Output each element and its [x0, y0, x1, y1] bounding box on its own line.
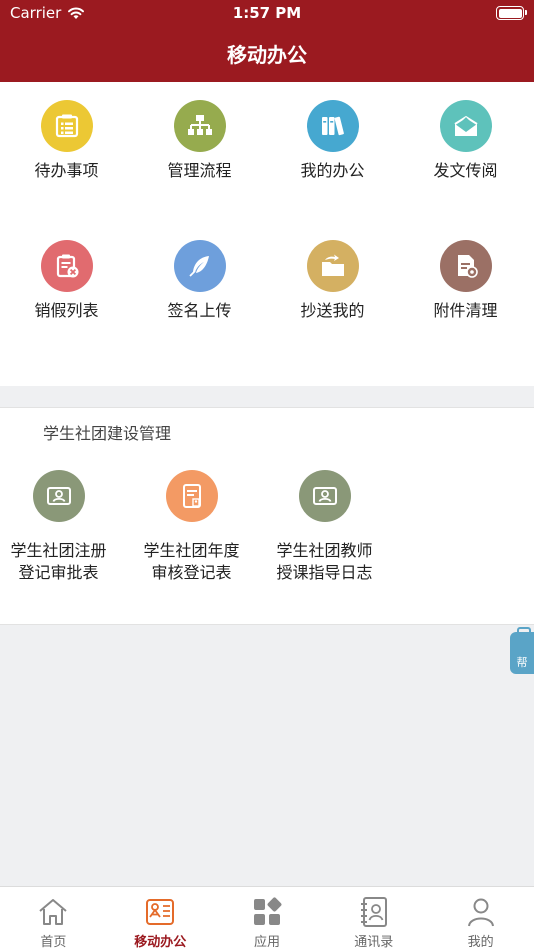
grid-item-circle [173, 100, 226, 152]
id-card-icon [312, 487, 337, 505]
grid-item-signature[interactable]: 签名上传 [133, 240, 266, 322]
status-time: 1:57 PM [232, 4, 302, 22]
home-icon [39, 899, 68, 925]
tab-mine[interactable]: 我的 [427, 887, 534, 950]
sec-item-line2: 登记审批表 [18, 563, 99, 582]
document-person-icon [182, 484, 201, 508]
grid-item-label: 签名上传 [167, 301, 232, 320]
sec-item-line1: 学生社团注册 [10, 541, 107, 560]
sec-item-circle [165, 470, 218, 522]
grid-item-circle [439, 100, 492, 152]
grid-item-cc-me[interactable]: 抄送我的 [266, 240, 399, 322]
doc-gear-icon [457, 255, 478, 278]
contacts-book-icon [360, 897, 387, 927]
tab-mobile-office[interactable]: 移动办公 [107, 887, 214, 950]
grid-item-process[interactable]: 管理流程 [133, 100, 266, 182]
bottom-tab-bar: 首页 移动办公 应用 通讯录 我的 [0, 886, 534, 950]
tab-label: 首页 [40, 935, 67, 950]
club-management-section: 学生社团建设管理 学生社团注册 登记审批表 学生社团年度 审核登记表 学生社团教… [0, 407, 534, 625]
grid-item-circulation[interactable]: 发文传阅 [399, 100, 532, 182]
grid-item-label: 销假列表 [34, 301, 99, 320]
sec-item-line2: 审核登记表 [151, 563, 232, 582]
tab-label: 应用 [253, 935, 280, 950]
grid-item-label: 抄送我的 [300, 301, 365, 320]
grid-item-circle [439, 240, 492, 292]
page-title: 移动办公 [227, 43, 307, 67]
grid-item-label: 待办事项 [34, 161, 99, 180]
tab-label: 我的 [467, 935, 494, 950]
grid-item-circle [40, 100, 93, 152]
feather-icon [188, 256, 209, 277]
sec-item-line2: 授课指导日志 [276, 563, 373, 582]
club-annual-review-item[interactable]: 学生社团年度 审核登记表 [125, 470, 258, 584]
binders-icon [321, 116, 344, 136]
apps-grid-icon [253, 897, 282, 925]
help-button[interactable]: 帮 [510, 627, 534, 674]
sec-item-circle [32, 470, 85, 522]
id-card-icon [46, 487, 71, 505]
grid-item-attachment-cleanup[interactable]: 附件清理 [399, 240, 532, 322]
grid-item-label: 发文传阅 [433, 161, 498, 180]
office-grid: 待办事项 管理流程 我的办公 发文传阅 销假列表 签名上传 抄送我的 附件清理 [0, 82, 534, 386]
nav-bar: 移动办公 [0, 28, 534, 82]
folder-arrow-icon [321, 254, 344, 276]
tab-label: 通讯录 [354, 935, 394, 950]
tab-contacts[interactable]: 通讯录 [320, 887, 427, 950]
sec-item-label: 学生社团教师 授课指导日志 [258, 540, 391, 584]
sec-item-line1: 学生社团教师 [276, 541, 373, 560]
tab-home[interactable]: 首页 [0, 887, 107, 950]
status-bar: Carrier 1:57 PM [0, 0, 534, 28]
sec-item-circle [298, 470, 351, 522]
help-label: 帮 [516, 656, 528, 669]
grid-item-leave-list[interactable]: 销假列表 [0, 240, 133, 322]
grid-item-todo[interactable]: 待办事项 [0, 100, 133, 182]
grid-item-circle [306, 100, 359, 152]
grid-item-label: 附件清理 [433, 301, 498, 320]
grid-item-circle [306, 240, 359, 292]
grid-item-circle [40, 240, 93, 292]
sec-item-label: 学生社团年度 审核登记表 [125, 540, 258, 584]
grid-item-label: 我的办公 [300, 161, 365, 180]
mail-upload-icon [453, 115, 478, 136]
sec-item-line1: 学生社团年度 [143, 541, 240, 560]
battery-icon [496, 6, 527, 20]
list-board-icon [55, 114, 78, 138]
tab-apps[interactable]: 应用 [214, 887, 321, 950]
user-icon [467, 898, 494, 927]
org-chart-icon [187, 115, 212, 135]
office-card-icon [146, 899, 175, 925]
sec-item-label: 学生社团注册 登记审批表 [0, 540, 125, 584]
grid-item-my-office[interactable]: 我的办公 [266, 100, 399, 182]
grid-item-circle [173, 240, 226, 292]
clipboard-cancel-icon [56, 254, 78, 278]
club-teacher-log-item[interactable]: 学生社团教师 授课指导日志 [258, 470, 391, 584]
club-registration-item[interactable]: 学生社团注册 登记审批表 [0, 470, 125, 584]
section-title: 学生社团建设管理 [43, 424, 172, 443]
tab-label: 移动办公 [134, 935, 187, 950]
grid-item-label: 管理流程 [167, 161, 232, 180]
